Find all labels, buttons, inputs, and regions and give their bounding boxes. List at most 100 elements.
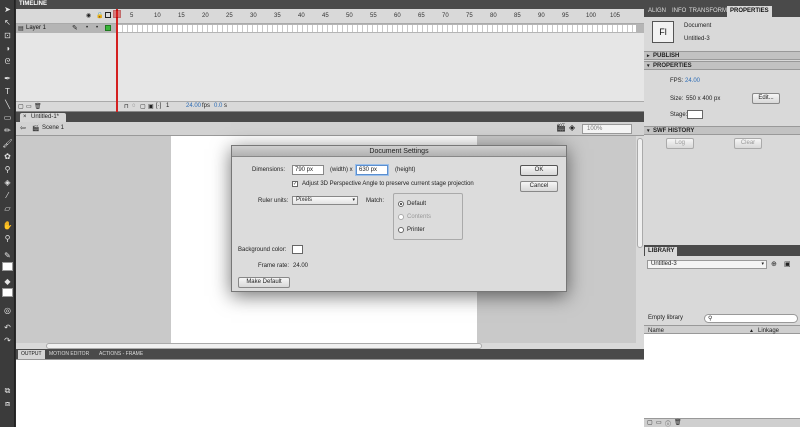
deco-tool-icon[interactable]: ✿	[2, 151, 13, 162]
3d-rotation-tool-icon[interactable]: ◑	[2, 43, 13, 54]
delete-layer-icon[interactable]: 🗑	[34, 103, 42, 110]
pen-tool-icon[interactable]: ✒	[2, 73, 13, 84]
zoom-tool-icon[interactable]: ⚲	[2, 233, 13, 244]
tab-output[interactable]: OUTPUT	[18, 350, 45, 359]
playhead[interactable]	[116, 9, 118, 112]
frame-number[interactable]: 25	[226, 13, 233, 19]
straighten-icon[interactable]: ↷	[2, 335, 13, 346]
eye-icon[interactable]: ◉	[86, 12, 91, 19]
new-layer-icon[interactable]: ▢	[18, 103, 24, 110]
match-printer-label[interactable]: Printer	[407, 227, 425, 233]
height-field[interactable]: 630 px	[356, 165, 388, 175]
frame-rate-value[interactable]: 24.00	[293, 263, 308, 269]
modify-markers-icon[interactable]: [·]	[156, 103, 161, 109]
frame-number[interactable]: 85	[514, 13, 521, 19]
frame-number[interactable]: 10	[154, 13, 161, 19]
stroke-color-swatch[interactable]	[2, 262, 13, 271]
fill-color-icon[interactable]: ◆	[2, 276, 13, 287]
publish-section[interactable]: PUBLISH	[644, 51, 800, 60]
make-default-button[interactable]: Make Default	[238, 277, 290, 288]
frame-number[interactable]: 95	[562, 13, 569, 19]
stroke-color-icon[interactable]: ✎	[2, 250, 13, 261]
frame-number[interactable]: 75	[466, 13, 473, 19]
pencil-tool-icon[interactable]: ✏	[2, 125, 13, 136]
selection-tool-icon[interactable]: ➤	[2, 4, 13, 15]
tab-properties[interactable]: PROPERTIES	[727, 6, 772, 17]
document-tab[interactable]: × Untitled-1*	[20, 113, 66, 122]
frame-number[interactable]: 30	[250, 13, 257, 19]
motion-editor-icon[interactable]: ⧉	[2, 385, 13, 396]
text-tool-icon[interactable]: T	[2, 86, 13, 97]
frames-strip[interactable]	[118, 25, 636, 32]
ok-button[interactable]: OK	[520, 165, 558, 176]
lasso-tool-icon[interactable]: ᘓ	[2, 56, 13, 67]
layer-row[interactable]: ▤ Layer 1 ✎ • •	[16, 24, 644, 33]
fps-value[interactable]: 24.00	[685, 78, 700, 84]
frame-number[interactable]: 20	[202, 13, 209, 19]
frame-number[interactable]: 105	[610, 13, 620, 19]
tab-transform[interactable]: TRANSFORM	[686, 6, 730, 17]
cancel-button[interactable]: Cancel	[520, 181, 558, 192]
library-list[interactable]	[644, 334, 800, 418]
stage-color-swatch[interactable]	[687, 110, 703, 119]
frame-number[interactable]: 40	[298, 13, 305, 19]
delete-icon[interactable]: 🗑	[674, 419, 682, 426]
match-contents-label[interactable]: Contents	[407, 214, 431, 220]
eraser-tool-icon[interactable]: ▱	[2, 203, 13, 214]
tab-motion-editor[interactable]: MOTION EDITOR	[46, 350, 92, 359]
smooth-icon[interactable]: ↶	[2, 322, 13, 333]
match-contents-radio[interactable]	[398, 214, 404, 220]
outline-icon[interactable]	[105, 12, 111, 18]
frame-number[interactable]: 60	[394, 13, 401, 19]
hand-tool-icon[interactable]: ✋	[2, 220, 13, 231]
brush-tool-icon[interactable]: 🖌	[2, 138, 13, 149]
subselection-tool-icon[interactable]: ↖	[2, 17, 13, 28]
edit-button[interactable]: Edit...	[752, 93, 780, 104]
actions-icon[interactable]: ⧈	[2, 398, 13, 409]
properties-icon[interactable]: ⓘ	[665, 419, 671, 427]
edit-symbols-icon[interactable]: ◈	[569, 123, 575, 132]
playhead-handle[interactable]	[113, 10, 121, 18]
edit-multiple-icon[interactable]: ▣	[148, 103, 154, 110]
bone-tool-icon[interactable]: ⚲	[2, 164, 13, 175]
onion-outlines-icon[interactable]: ▢	[140, 103, 146, 110]
edit-scene-icon[interactable]: 🎬	[556, 123, 566, 132]
pin-icon[interactable]: ⊕	[771, 260, 777, 268]
match-default-label[interactable]: Default	[407, 201, 426, 207]
frame-number[interactable]: 70	[442, 13, 449, 19]
snap-to-objects-icon[interactable]: ◎	[2, 305, 13, 316]
frame-number[interactable]: 80	[490, 13, 497, 19]
new-folder-icon[interactable]: ▭	[26, 103, 32, 110]
tab-align[interactable]: ALIGN	[645, 6, 669, 17]
log-button[interactable]: Log	[666, 138, 694, 149]
width-field[interactable]: 790 px	[292, 165, 324, 175]
rectangle-tool-icon[interactable]: ▭	[2, 112, 13, 123]
close-tab-icon[interactable]: ×	[23, 113, 27, 122]
ruler-units-select[interactable]: Pixels ▾	[292, 196, 358, 205]
frame-number[interactable]: 15	[178, 13, 185, 19]
layer-outline-color[interactable]	[105, 25, 111, 31]
adjust-3d-checkbox[interactable]: ✓	[292, 181, 298, 187]
background-color-swatch[interactable]	[292, 245, 303, 254]
frame-number[interactable]: 5	[130, 13, 133, 19]
layer-visibility-dot[interactable]: •	[86, 25, 88, 31]
new-folder-icon[interactable]: ▭	[656, 419, 662, 426]
layer-lock-dot[interactable]: •	[96, 25, 98, 31]
frame-number[interactable]: 55	[370, 13, 377, 19]
vertical-scroll-thumb[interactable]	[637, 138, 643, 248]
lock-icon[interactable]: 🔒	[96, 12, 103, 19]
fill-color-swatch[interactable]	[2, 288, 13, 297]
clear-button[interactable]: Clear	[734, 138, 762, 149]
swf-history-section[interactable]: SWF HISTORY	[644, 126, 800, 135]
adjust-3d-label[interactable]: Adjust 3D Perspective Angle to preserve …	[302, 181, 474, 187]
timeline-tab[interactable]: TIMELINE	[19, 1, 47, 7]
frame-number[interactable]: 100	[586, 13, 596, 19]
properties-section[interactable]: PROPERTIES	[644, 61, 800, 70]
paint-bucket-tool-icon[interactable]: ◈	[2, 177, 13, 188]
new-symbol-icon[interactable]: ▢	[647, 419, 653, 426]
library-document-select[interactable]: Untitled-3 ▾	[647, 260, 767, 269]
match-default-radio[interactable]	[398, 201, 404, 207]
library-search-input[interactable]: ⚲	[704, 314, 798, 323]
line-tool-icon[interactable]: ╲	[2, 99, 13, 110]
back-arrow-icon[interactable]: ⇦	[20, 124, 26, 132]
